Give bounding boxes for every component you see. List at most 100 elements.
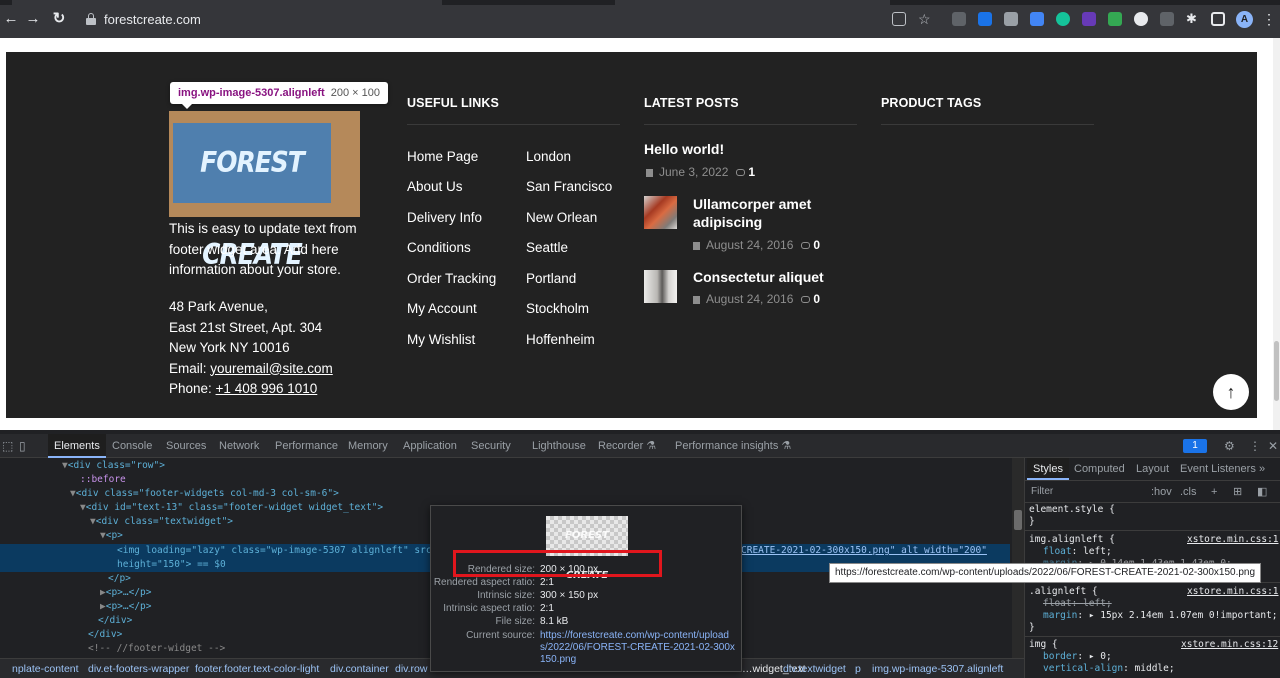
device-toggle-icon[interactable]: ▯ (19, 439, 26, 453)
puzzle-icon[interactable]: ✱ (1186, 12, 1200, 26)
tab-application[interactable]: Application (403, 434, 457, 458)
tab-performance[interactable]: Performance (275, 434, 338, 458)
footer-link[interactable]: New Orlean (526, 210, 597, 225)
computed-toggle-icon[interactable]: ⊞ (1233, 481, 1242, 503)
tab-lighthouse[interactable]: Lighthouse (532, 434, 586, 458)
dom-scrollbar[interactable] (1012, 458, 1024, 658)
close-icon[interactable]: ✕ (1268, 439, 1278, 453)
tab-performance-insights[interactable]: Performance insights ⚗ (675, 434, 791, 458)
rule-source-link[interactable]: xstore.min.css:12 (1181, 639, 1278, 650)
breadcrumb-item[interactable]: nplate-content (12, 660, 79, 678)
inspect-element-icon[interactable]: ⬚ (2, 439, 13, 453)
footer-link[interactable]: Conditions (407, 240, 471, 255)
dom-node[interactable]: </div> (98, 614, 132, 628)
post-title[interactable]: Consectetur aliquet (693, 268, 824, 286)
post-title[interactable]: Ullamcorper amet adipiscing (693, 195, 811, 231)
s-extension-icon[interactable] (1030, 12, 1044, 26)
rule-selector[interactable]: img { (1029, 639, 1058, 651)
sidebar-toggle-icon[interactable]: ◧ (1257, 481, 1267, 503)
new-rule-icon[interactable]: + (1211, 481, 1217, 503)
rule-declaration[interactable]: vertical-align: middle; (1043, 663, 1175, 675)
tab-sources[interactable]: Sources (166, 434, 206, 458)
dom-node[interactable]: ▶<p>…</p> (100, 600, 152, 614)
dom-node[interactable]: ::before (80, 473, 126, 487)
dom-node[interactable]: ▼<div id="text-13" class="footer-widget … (80, 501, 383, 515)
rule-source-link[interactable]: xstore.min.css:1 (1187, 534, 1279, 545)
tab-more[interactable]: » (1259, 458, 1265, 480)
grammarly-extension-icon[interactable] (1056, 12, 1070, 26)
lock-icon[interactable] (86, 13, 96, 25)
footer-link[interactable]: Hoffenheim (526, 332, 595, 347)
dom-node[interactable]: ▼<div class="textwidget"> (90, 515, 233, 529)
dom-node[interactable]: </p> (108, 572, 131, 586)
email-link[interactable]: youremail@site.com (210, 361, 333, 376)
extension-badge-icon[interactable] (1082, 12, 1096, 26)
breadcrumb-item[interactable]: div.container (330, 660, 389, 678)
footer-link[interactable]: Order Tracking (407, 271, 496, 286)
footer-link[interactable]: Home Page (407, 149, 478, 164)
dom-node-selected[interactable]: height="150"> == $0 (117, 558, 226, 572)
tab-styles[interactable]: Styles (1027, 458, 1069, 480)
dom-node[interactable]: </div> (88, 628, 122, 642)
messages-badge[interactable]: 1 (1183, 439, 1207, 453)
translate-extension-icon[interactable] (978, 12, 992, 26)
breadcrumb-item[interactable]: footer.footer.text-color-light (195, 660, 319, 678)
footer-link[interactable]: Delivery Info (407, 210, 482, 225)
post-title[interactable]: Hello world! (644, 140, 724, 158)
class-toggle[interactable]: .cls (1180, 481, 1197, 503)
breadcrumb-item[interactable]: p (855, 660, 861, 678)
phone-link[interactable]: +1 408 996 1010 (216, 381, 318, 396)
tab-computed[interactable]: Computed (1074, 458, 1125, 480)
camera-extension-icon[interactable] (1004, 12, 1018, 26)
footer-link[interactable]: Stockholm (526, 301, 589, 316)
dom-node-selected-tail[interactable]: CREATE-2021-02-300x150.png" alt width="2… (741, 544, 987, 558)
breadcrumb-item[interactable]: div.textwidget (783, 660, 846, 678)
tab-recorder[interactable]: Recorder ⚗ (598, 434, 656, 458)
footer-link[interactable]: Portland (526, 271, 576, 286)
dom-comment[interactable]: <!-- //footer-widget --> (88, 642, 225, 656)
footer-link[interactable]: London (526, 149, 571, 164)
page-scrollbar[interactable] (1273, 38, 1280, 430)
breadcrumb-item[interactable]: div.row (395, 660, 427, 678)
page-scrollbar-thumb[interactable] (1274, 341, 1279, 401)
back-icon[interactable]: ← (2, 10, 20, 28)
rule-declaration[interactable]: float: left; (1043, 598, 1112, 610)
breadcrumb-item[interactable]: img.wp-image-5307.alignleft (872, 660, 1003, 678)
post-thumbnail[interactable] (644, 196, 677, 229)
back-to-top-button[interactable]: ↑ (1213, 374, 1249, 410)
profile-avatar[interactable]: A (1236, 11, 1253, 28)
url-text[interactable]: forestcreate.com (104, 12, 201, 27)
dom-node[interactable]: ▼<p> (100, 529, 123, 543)
tab-elements[interactable]: Elements (48, 434, 106, 458)
chrome-menu-icon[interactable]: ⋮ (1262, 9, 1276, 29)
extension-recycle-icon[interactable] (952, 12, 966, 26)
footer-link[interactable]: Seattle (526, 240, 568, 255)
hover-state-toggle[interactable]: :hov (1151, 481, 1172, 503)
settings-gear-icon[interactable]: ⚙ (1224, 439, 1235, 453)
footer-link[interactable]: My Wishlist (407, 332, 475, 347)
rule-selector[interactable]: .alignleft { (1029, 586, 1098, 598)
styles-filter-input[interactable]: Filter (1031, 484, 1141, 500)
tab-memory[interactable]: Memory (348, 434, 388, 458)
rule-source-link[interactable]: xstore.min.css:1 (1187, 586, 1279, 597)
post-thumbnail[interactable] (644, 270, 677, 303)
tab-event-listeners[interactable]: Event Listeners (1180, 458, 1256, 480)
breadcrumb-item[interactable]: div.et-footers-wrapper (88, 660, 189, 678)
extension-x-icon[interactable] (1108, 12, 1122, 26)
more-options-icon[interactable]: ⋮ (1249, 439, 1261, 453)
forward-icon[interactable]: → (24, 10, 42, 28)
dom-node[interactable]: ▼<div class="row"> (62, 459, 165, 473)
tab-security[interactable]: Security (471, 434, 511, 458)
extension-us-icon[interactable] (1160, 12, 1174, 26)
rule-declaration[interactable]: border: ▸ 0; (1043, 651, 1112, 663)
footer-link[interactable]: San Francisco (526, 179, 612, 194)
rule-declaration[interactable]: margin: ▸ 15px 2.14em 1.07em 0!important… (1043, 610, 1278, 622)
tab-console[interactable]: Console (112, 434, 152, 458)
current-source-link[interactable]: https://forestcreate.com/wp-content/uplo… (540, 630, 736, 666)
share-icon[interactable] (892, 12, 906, 26)
footer-link[interactable]: About Us (407, 179, 463, 194)
dom-node-selected[interactable]: <img loading="lazy" class="wp-image-5307… (117, 544, 454, 558)
rule-selector[interactable]: element.style { (1029, 504, 1115, 516)
rule-declaration[interactable]: float: left; (1043, 546, 1112, 558)
footer-link[interactable]: My Account (407, 301, 477, 316)
